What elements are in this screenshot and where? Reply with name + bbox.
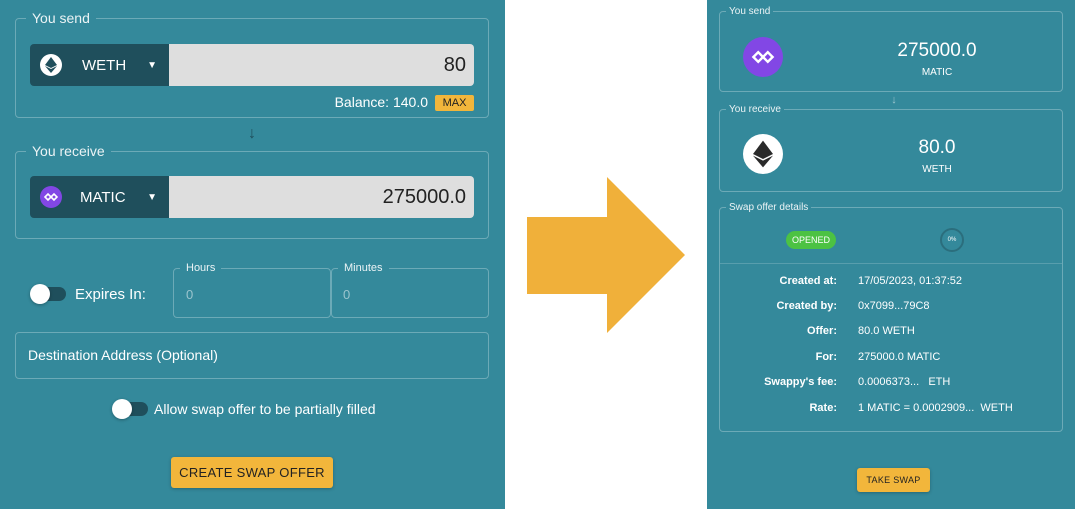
matic-icon [743,37,783,77]
you-send-legend: You send [729,6,771,17]
arrow-right-icon [527,177,685,333]
balance-text: Balance: 140.0 [334,94,428,110]
detail-key: Rate: [809,402,837,414]
detail-key: Swappy's fee: [764,376,837,388]
create-swap-panel: You send WETH ▼ 80 Balance: 140.0 MAX ↓ … [0,0,505,509]
chevron-down-icon: ▼ [147,191,157,203]
destination-placeholder: Destination Address (Optional) [28,347,218,363]
detail-value: 0x7099...79C8 [858,300,930,312]
receive-amount: 80.0 [918,137,956,158]
minutes-placeholder: 0 [343,287,351,302]
detail-value: 0.0006373... ETH [858,376,951,388]
minutes-field[interactable]: Minutes [331,262,489,318]
swap-offer-details-section: Swap offer details [719,202,1063,432]
max-button[interactable]: MAX [435,95,474,111]
destination-address-input[interactable]: Destination Address (Optional) [15,332,489,379]
expires-toggle[interactable] [30,284,66,304]
detail-value: 275000.0 MATIC [858,351,941,363]
eth-icon [40,54,62,76]
send-token-select[interactable]: WETH ▼ [30,44,169,86]
arrow-down-icon: ↓ [248,125,256,142]
divider [720,263,1062,264]
receive-token-select[interactable]: MATIC ▼ [30,176,169,218]
chevron-down-icon: ▼ [147,59,157,71]
hours-field[interactable]: Hours [173,262,331,318]
expires-label: Expires In: [75,286,146,303]
detail-value: 1 MATIC = 0.0002909... WETH [858,402,1013,414]
you-receive-legend: You receive [729,104,781,115]
partial-fill-label: Allow swap offer to be partially filled [154,401,376,417]
matic-icon [40,186,62,208]
detail-value: 80.0 WETH [858,325,915,337]
detail-key: Created by: [776,300,837,312]
send-token-label: WETH [82,56,127,74]
status-badge: OPENED [786,231,836,249]
detail-value: 17/05/2023, 01:37:52 [858,275,962,287]
hours-label: Hours [186,262,216,274]
receive-token-label: MATIC [80,188,126,206]
you-receive-legend: You receive [32,143,105,159]
send-amount-input[interactable]: 80 [169,44,474,86]
hours-placeholder: 0 [186,287,194,302]
swap-offer-panel: You send 275000.0 MATIC ↓ You receive 80… [707,0,1075,509]
detail-key: For: [815,351,837,363]
swap-offer-details-legend: Swap offer details [729,202,809,213]
send-token: MATIC [921,67,953,78]
create-swap-offer-button[interactable]: CREATE SWAP OFFER [171,457,333,488]
progress-indicator: 0% [940,228,964,252]
take-swap-button[interactable]: TAKE SWAP [857,468,930,492]
minutes-label: Minutes [344,262,383,274]
eth-icon [743,134,783,174]
detail-key: Offer: [807,325,837,337]
receive-amount-input[interactable]: 275000.0 [169,176,474,218]
send-amount: 275000.0 [897,40,977,61]
you-send-legend: You send [32,10,90,26]
partial-fill-toggle[interactable] [112,399,148,419]
receive-token: WETH [922,164,952,175]
detail-key: Created at: [779,275,837,287]
